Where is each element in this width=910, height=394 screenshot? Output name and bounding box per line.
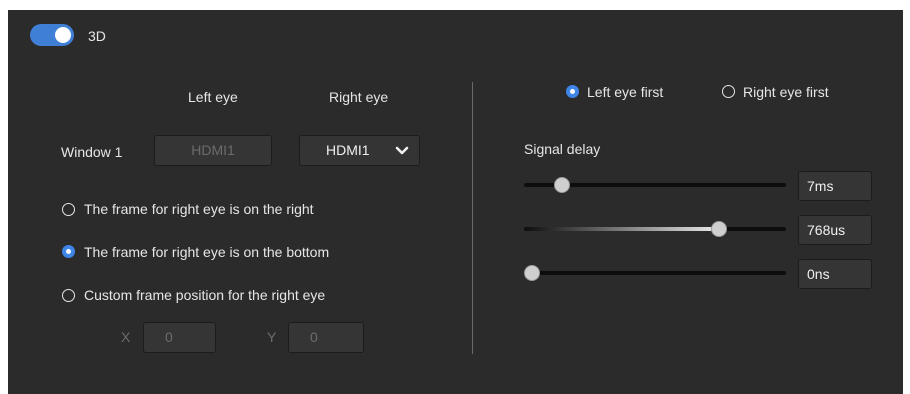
right-eye-source-select[interactable]: HDMI1 xyxy=(299,135,420,166)
toggle-knob xyxy=(55,27,71,43)
section-divider xyxy=(472,82,473,354)
3d-toggle[interactable] xyxy=(30,24,74,46)
frame-right-radio[interactable] xyxy=(62,203,75,216)
left-eye-first-radio[interactable] xyxy=(566,85,579,98)
delay-value-2[interactable]: 768us xyxy=(798,215,872,245)
right-eye-first-label: Right eye first xyxy=(743,84,829,100)
delay-slider-2-track[interactable] xyxy=(524,227,786,231)
left-eye-source-field: HDMI1 xyxy=(154,135,272,166)
y-label: Y xyxy=(267,329,277,345)
delay-value-1[interactable]: 7ms xyxy=(798,171,872,201)
right-eye-header: Right eye xyxy=(329,89,389,105)
right-eye-source-value: HDMI1 xyxy=(326,142,370,158)
3d-label: 3D xyxy=(88,28,106,44)
frame-bottom-radio[interactable] xyxy=(62,245,75,258)
signal-delay-label: Signal delay xyxy=(524,141,601,157)
delay-slider-3-track[interactable] xyxy=(530,271,786,275)
frame-right-label: The frame for right eye is on the right xyxy=(84,201,314,217)
left-eye-header: Left eye xyxy=(188,89,238,105)
window-label: Window 1 xyxy=(61,144,123,160)
frame-bottom-label: The frame for right eye is on the bottom xyxy=(84,244,330,260)
delay-slider-1-thumb[interactable] xyxy=(554,177,570,193)
left-eye-first-label: Left eye first xyxy=(587,84,664,100)
frame-custom-radio[interactable] xyxy=(62,289,75,302)
right-eye-first-radio[interactable] xyxy=(722,85,735,98)
x-position-input: 0 xyxy=(143,322,216,353)
delay-value-3[interactable]: 0ns xyxy=(798,259,872,289)
chevron-down-icon xyxy=(395,146,409,155)
x-label: X xyxy=(121,329,131,345)
frame-custom-label: Custom frame position for the right eye xyxy=(84,287,326,303)
y-position-input: 0 xyxy=(288,322,364,353)
delay-slider-2-thumb[interactable] xyxy=(711,221,727,237)
delay-slider-3-thumb[interactable] xyxy=(524,265,540,281)
